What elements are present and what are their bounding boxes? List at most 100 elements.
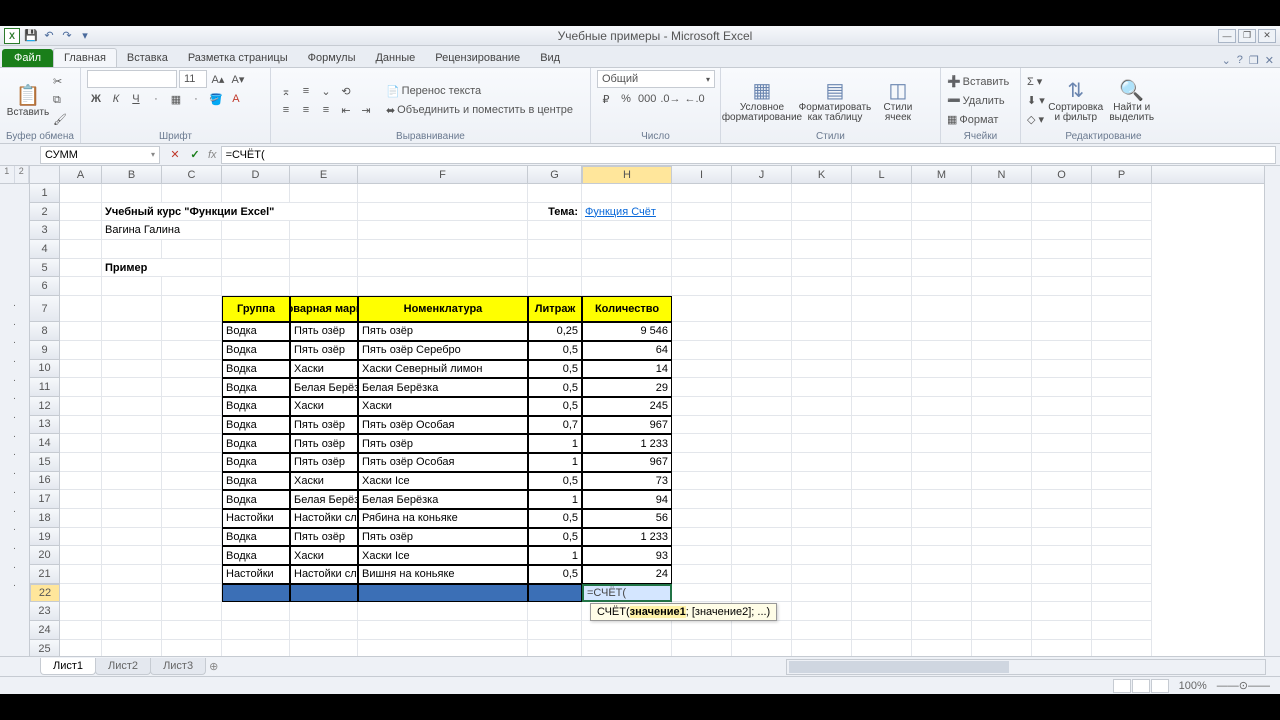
- col-header-G[interactable]: G: [528, 166, 582, 183]
- fill-color-button[interactable]: 🪣: [207, 90, 225, 108]
- sort-filter-button[interactable]: ⇅Сортировка и фильтр: [1048, 72, 1104, 130]
- col-header-P[interactable]: P: [1092, 166, 1152, 183]
- col-header-I[interactable]: I: [672, 166, 732, 183]
- grow-font-icon[interactable]: A▴: [209, 70, 227, 88]
- row-header[interactable]: 6: [30, 277, 60, 296]
- window-restore-icon[interactable]: ❐: [1249, 54, 1259, 67]
- confirm-formula-icon[interactable]: ✓: [186, 146, 204, 164]
- cut-icon[interactable]: ✂: [53, 73, 67, 90]
- italic-button[interactable]: К: [107, 90, 125, 108]
- save-icon[interactable]: 💾: [24, 29, 38, 43]
- vertical-scrollbar[interactable]: [1264, 166, 1280, 656]
- row-header[interactable]: 24: [30, 621, 60, 640]
- minimize-ribbon-icon[interactable]: ⌄: [1222, 54, 1231, 67]
- col-header-H[interactable]: H: [582, 166, 672, 184]
- window-close-icon[interactable]: ✕: [1265, 54, 1274, 67]
- col-header-A[interactable]: A: [60, 166, 102, 183]
- row-header[interactable]: 19: [30, 528, 60, 547]
- format-as-table-button[interactable]: ▤Форматировать как таблицу: [800, 72, 870, 130]
- tab-review[interactable]: Рецензирование: [425, 49, 530, 67]
- zoom-slider[interactable]: ——⊙——: [1217, 679, 1270, 692]
- align-bottom-icon[interactable]: ⌄: [317, 82, 335, 100]
- conditional-format-button[interactable]: ▦Условное форматирование: [727, 72, 797, 130]
- redo-icon[interactable]: ↷: [60, 29, 74, 43]
- row-header[interactable]: 14: [30, 434, 60, 453]
- clear-icon[interactable]: ◇ ▾: [1027, 111, 1045, 128]
- formula-input[interactable]: =СЧЁТ(: [221, 146, 1276, 164]
- insert-cells-button[interactable]: ➕ Вставить: [947, 73, 1009, 90]
- row-header[interactable]: 22: [30, 584, 60, 602]
- row-header[interactable]: 10: [30, 360, 60, 379]
- help-icon[interactable]: ?: [1237, 54, 1243, 67]
- row-header[interactable]: 9: [30, 341, 60, 360]
- cell-styles-button[interactable]: ◫Стили ячеек: [873, 72, 923, 130]
- bold-button[interactable]: Ж: [87, 90, 105, 108]
- row-header[interactable]: 4: [30, 240, 60, 259]
- align-middle-icon[interactable]: ≡: [297, 82, 315, 100]
- cancel-formula-icon[interactable]: ✕: [166, 146, 184, 164]
- row-header[interactable]: 25: [30, 640, 60, 656]
- shrink-font-icon[interactable]: A▾: [229, 70, 247, 88]
- row-header[interactable]: 2: [30, 203, 60, 222]
- row-header[interactable]: 7: [30, 296, 60, 322]
- col-header-J[interactable]: J: [732, 166, 792, 183]
- row-header[interactable]: 8: [30, 322, 60, 341]
- qat-more-icon[interactable]: ▾: [78, 29, 92, 43]
- sheet-tab-1[interactable]: Лист1: [40, 658, 96, 675]
- align-left-icon[interactable]: ≡: [277, 101, 295, 119]
- col-header-O[interactable]: O: [1032, 166, 1092, 183]
- tab-formulas[interactable]: Формулы: [298, 49, 366, 67]
- percent-icon[interactable]: %: [617, 90, 635, 108]
- row-header[interactable]: 18: [30, 509, 60, 528]
- row-header[interactable]: 15: [30, 453, 60, 472]
- col-header-M[interactable]: M: [912, 166, 972, 183]
- currency-icon[interactable]: ₽: [597, 90, 615, 108]
- merge-center-button[interactable]: ⬌ Объединить и поместить в центре: [386, 102, 573, 119]
- autosum-icon[interactable]: Σ ▾: [1027, 73, 1045, 90]
- col-header-B[interactable]: B: [102, 166, 162, 183]
- delete-cells-button[interactable]: ➖ Удалить: [947, 92, 1009, 109]
- orientation-icon[interactable]: ⟲: [337, 82, 355, 100]
- col-header-K[interactable]: K: [792, 166, 852, 183]
- decimal-dec-icon[interactable]: ←.0: [684, 90, 706, 108]
- col-header-C[interactable]: C: [162, 166, 222, 183]
- copy-icon[interactable]: ⧉: [53, 92, 67, 109]
- zoom-level[interactable]: 100%: [1179, 680, 1207, 692]
- font-color-button[interactable]: A: [227, 90, 245, 108]
- tab-data[interactable]: Данные: [365, 49, 425, 67]
- underline-button[interactable]: Ч: [127, 90, 145, 108]
- row-header[interactable]: 11: [30, 378, 60, 397]
- select-all-corner[interactable]: [30, 166, 60, 183]
- view-buttons[interactable]: [1113, 679, 1169, 693]
- row-header[interactable]: 3: [30, 221, 60, 240]
- indent-inc-icon[interactable]: ⇥: [357, 101, 375, 119]
- excel-icon[interactable]: X: [4, 28, 20, 44]
- align-top-icon[interactable]: ⌅: [277, 82, 295, 100]
- font-select[interactable]: [87, 70, 177, 88]
- sheet-tab-2[interactable]: Лист2: [95, 658, 151, 675]
- tab-file[interactable]: Файл: [2, 49, 53, 67]
- row-header[interactable]: 23: [30, 602, 60, 621]
- close-button[interactable]: ✕: [1258, 29, 1276, 43]
- border-button[interactable]: ▦: [167, 90, 185, 108]
- wrap-text-button[interactable]: 📄 Перенос текста: [386, 83, 573, 100]
- name-box[interactable]: СУММ▾: [40, 146, 160, 164]
- format-cells-button[interactable]: ▦ Формат: [947, 111, 1009, 128]
- row-header[interactable]: 20: [30, 546, 60, 565]
- decimal-inc-icon[interactable]: .0→: [659, 90, 681, 108]
- tab-layout[interactable]: Разметка страницы: [178, 49, 298, 67]
- format-painter-icon[interactable]: 🖌: [53, 111, 67, 128]
- thousands-icon[interactable]: 000: [637, 90, 657, 108]
- fill-icon[interactable]: ⬇ ▾: [1027, 92, 1045, 109]
- indent-dec-icon[interactable]: ⇤: [337, 101, 355, 119]
- col-header-N[interactable]: N: [972, 166, 1032, 183]
- fontsize-select[interactable]: [179, 70, 207, 88]
- paste-button[interactable]: 📋Вставить: [6, 72, 50, 130]
- find-select-button[interactable]: 🔍Найти и выделить: [1107, 72, 1157, 130]
- tab-view[interactable]: Вид: [530, 49, 570, 67]
- tab-insert[interactable]: Вставка: [117, 49, 178, 67]
- row-header[interactable]: 1: [30, 184, 60, 203]
- row-header[interactable]: 13: [30, 416, 60, 435]
- minimize-button[interactable]: —: [1218, 29, 1236, 43]
- row-header[interactable]: 5: [30, 259, 60, 278]
